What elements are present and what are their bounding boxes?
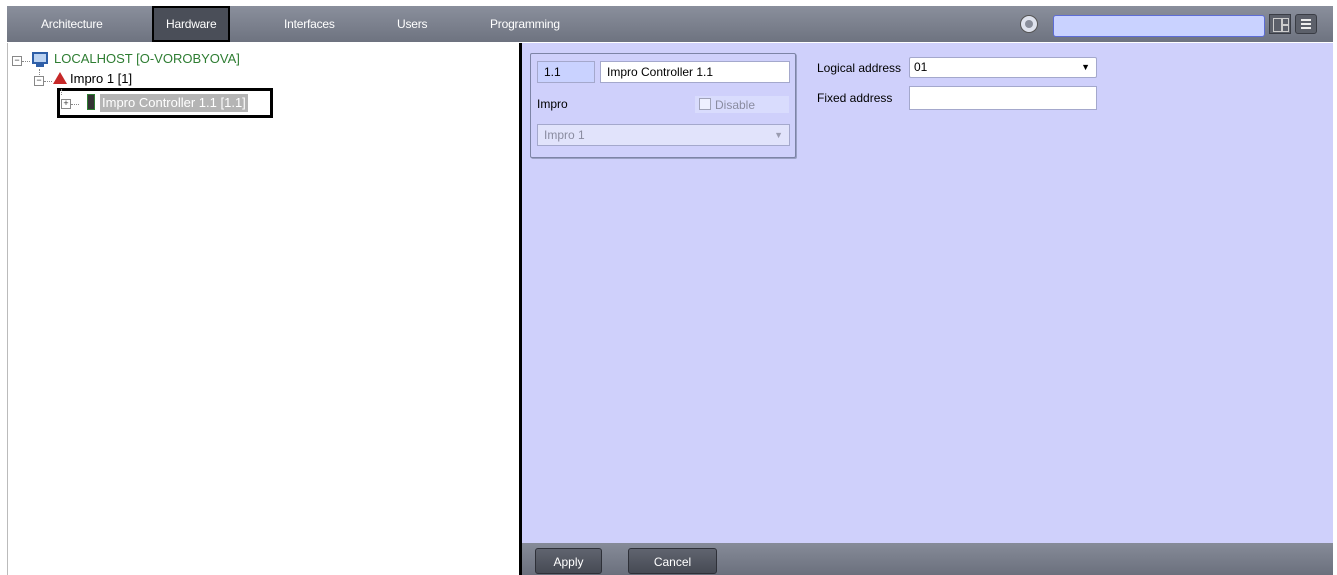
top-nav-bar: Architecture Hardware Interfaces Users P…	[7, 6, 1333, 42]
cancel-button[interactable]: Cancel	[628, 548, 717, 574]
object-id-field[interactable]: 1.1	[537, 61, 595, 83]
object-name-field[interactable]: Impro Controller 1.1	[600, 61, 790, 83]
object-card: 1.1 Impro Controller 1.1 Impro Disable I…	[530, 53, 796, 158]
tree-item-impro[interactable]: Impro 1 [1]	[70, 70, 132, 88]
layout-grid-pane-left	[1273, 18, 1282, 32]
hardware-tree: − LOCALHOST [O-VOROBYOVA] − Impro 1 [1] …	[7, 43, 517, 575]
controller-icon	[87, 94, 95, 110]
tree-connector	[61, 89, 62, 95]
tab-interfaces[interactable]: Interfaces	[284, 6, 335, 42]
menu-icon[interactable]	[1295, 14, 1317, 34]
fixed-address-field[interactable]	[909, 86, 1097, 110]
tree-connector	[44, 81, 52, 82]
tab-users[interactable]: Users	[397, 6, 428, 42]
fixed-address-label: Fixed address	[817, 91, 893, 105]
disable-checkbox-area: Disable	[695, 96, 789, 113]
parent-object-select[interactable]: Impro 1 ▼	[537, 124, 790, 146]
logical-address-label: Logical address	[817, 61, 902, 75]
menu-icon-bar	[1301, 27, 1311, 29]
object-type-label: Impro	[537, 97, 568, 111]
chevron-down-icon: ▼	[774, 130, 783, 140]
tab-architecture[interactable]: Architecture	[41, 6, 103, 42]
properties-panel: 1.1 Impro Controller 1.1 Impro Disable I…	[519, 43, 1333, 575]
tree-item-localhost[interactable]: LOCALHOST [O-VOROBYOVA]	[54, 50, 240, 68]
logical-address-select[interactable]: 01 ▼	[909, 57, 1097, 78]
tab-hardware[interactable]: Hardware	[152, 6, 231, 42]
logical-address-value: 01	[914, 60, 928, 74]
apply-button[interactable]: Apply	[535, 548, 602, 574]
layout-grid-pane-top	[1282, 18, 1289, 25]
tab-programming[interactable]: Programming	[490, 6, 560, 42]
action-bar: Apply Cancel	[522, 543, 1333, 575]
computer-icon	[32, 52, 48, 64]
menu-icon-bar	[1301, 23, 1311, 25]
search-input[interactable]	[1053, 15, 1265, 37]
impro-device-icon	[53, 72, 67, 84]
collapse-icon[interactable]: −	[34, 76, 44, 86]
expand-icon[interactable]: +	[61, 99, 71, 109]
layout-grid-icon[interactable]	[1269, 14, 1291, 34]
parent-object-value: Impro 1	[544, 128, 585, 142]
tree-connector	[22, 61, 30, 62]
disable-label: Disable	[715, 98, 756, 112]
settings-icon[interactable]	[1020, 15, 1038, 33]
computer-icon-stand	[36, 64, 44, 67]
disable-checkbox[interactable]	[699, 98, 711, 110]
tree-item-controller[interactable]: Impro Controller 1.1 [1.1]	[100, 94, 248, 112]
settings-icon-center	[1025, 20, 1033, 28]
chevron-down-icon: ▼	[1081, 62, 1090, 72]
layout-grid-pane-bottom	[1282, 25, 1289, 32]
menu-icon-bar	[1301, 19, 1311, 21]
tree-connector	[71, 104, 79, 105]
collapse-icon[interactable]: −	[12, 56, 22, 66]
